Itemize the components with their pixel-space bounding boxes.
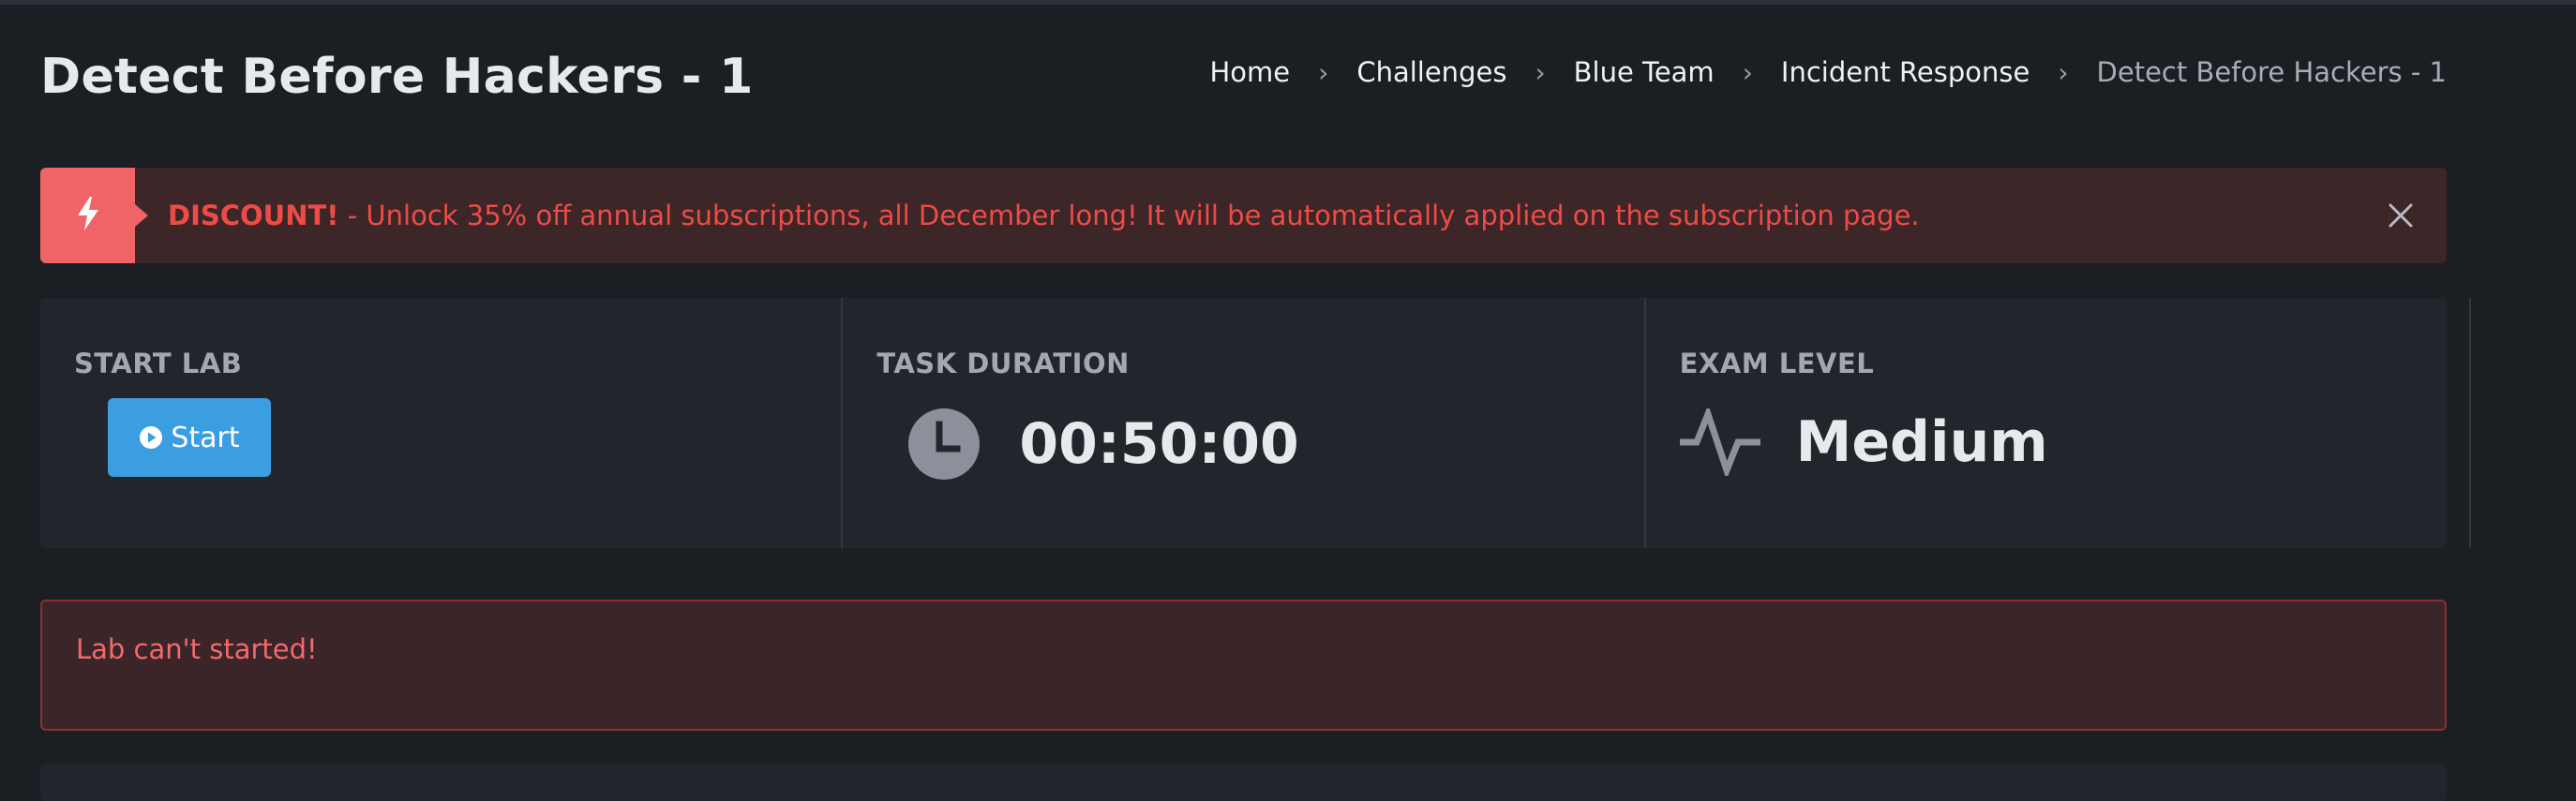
chevron-right-icon: › (1535, 56, 1546, 88)
close-icon[interactable] (2383, 198, 2419, 233)
breadcrumb-current: Detect Before Hackers - 1 (2096, 56, 2447, 88)
breadcrumb: Home › Challenges › Blue Team › Incident… (1209, 56, 2447, 88)
top-border (0, 0, 2576, 5)
exam-level-label: EXAM LEVEL (1679, 348, 1875, 379)
bolt-icon (76, 197, 100, 234)
start-button[interactable]: Start (108, 398, 271, 477)
task-duration-label: TASK DURATION (876, 348, 1130, 379)
discount-label: DISCOUNT! (168, 200, 339, 231)
lab-stats-card: START LAB Start TASK DURATION 00:50:00 E… (40, 298, 2447, 548)
page-title: Detect Before Hackers - 1 (40, 49, 754, 105)
error-alert: Lab can't started! (40, 600, 2447, 731)
chevron-right-icon: › (1742, 56, 1753, 88)
vertical-divider (2469, 298, 2471, 548)
start-lab-label: START LAB (74, 348, 243, 379)
play-circle-icon (139, 425, 163, 450)
error-alert-message: Lab can't started! (76, 633, 318, 665)
discount-icon-box (40, 168, 148, 263)
discount-message: - Unlock 35% off annual subscriptions, a… (338, 200, 1920, 231)
task-duration-value: 00:50:00 (1019, 411, 1299, 477)
task-duration-value-row: 00:50:00 (908, 408, 1299, 480)
exam-level-section: EXAM LEVEL Medium (1646, 298, 2447, 548)
start-button-label: Start (171, 421, 240, 454)
breadcrumb-challenges[interactable]: Challenges (1356, 56, 1506, 88)
activity-icon (1679, 408, 1760, 476)
chevron-right-icon: › (1318, 56, 1329, 88)
task-duration-section: TASK DURATION 00:50:00 (843, 298, 1646, 548)
start-lab-section: START LAB Start (40, 298, 844, 548)
breadcrumb-incident-response[interactable]: Incident Response (1781, 56, 2029, 88)
discount-banner: DISCOUNT! - Unlock 35% off annual subscr… (40, 168, 2447, 263)
breadcrumb-home[interactable]: Home (1209, 56, 1290, 88)
exam-level-value: Medium (1795, 409, 2048, 475)
discount-text: DISCOUNT! - Unlock 35% off annual subscr… (168, 200, 1920, 231)
chevron-right-icon: › (2058, 56, 2069, 88)
breadcrumb-blue-team[interactable]: Blue Team (1574, 56, 1715, 88)
next-card (40, 764, 2447, 801)
exam-level-value-row: Medium (1679, 408, 2048, 476)
clock-icon (908, 408, 981, 480)
